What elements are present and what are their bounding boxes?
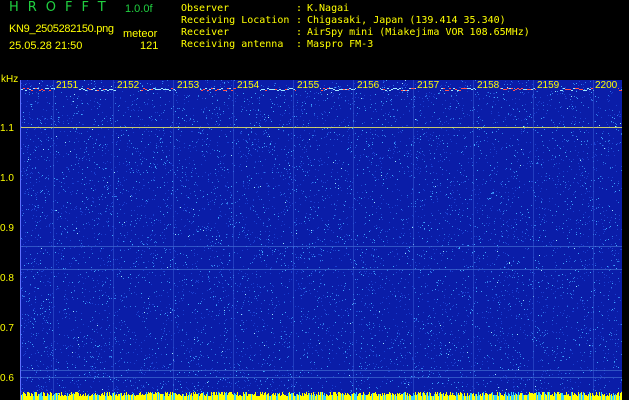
spectrogram-svg	[21, 80, 622, 400]
x-tick-label: 2155	[296, 80, 321, 91]
receiver-value: AirSpy mini (Miakejima VOR 108.65MHz)	[307, 27, 530, 38]
x-tick-label: 2159	[536, 80, 561, 91]
x-tick-label: 2151	[55, 80, 80, 91]
app-name: HROFFT	[9, 0, 115, 15]
separator: :	[296, 3, 303, 14]
y-tick-label: 0.6	[0, 373, 14, 384]
x-tick-label: 2158	[476, 80, 501, 91]
separator: :	[296, 15, 303, 26]
x-tick-label: 2157	[416, 80, 441, 91]
mode-label: meteor	[123, 28, 158, 40]
location-value: Chigasaki, Japan (139.414 35.340)	[307, 15, 506, 26]
separator: :	[296, 39, 303, 50]
y-tick-label: 0.7	[0, 323, 14, 334]
y-tick-label: 1.1	[0, 123, 14, 134]
x-tick-label: 2156	[356, 80, 381, 91]
x-tick-label: 2153	[176, 80, 201, 91]
y-tick-label: 0.8	[0, 273, 14, 284]
header-panel: HROFFT 1.0.0f KN9_2505282150.png meteor …	[0, 0, 629, 74]
x-tick-label: 2152	[116, 80, 141, 91]
y-tick-label: 1.0	[0, 173, 14, 184]
location-key: Receiving Location	[181, 15, 290, 26]
x-tick-label: 2200	[594, 80, 619, 91]
separator: :	[296, 27, 303, 38]
observer-key: Observer	[181, 3, 230, 14]
file-name: KN9_2505282150.png	[9, 23, 114, 35]
x-tick-label: 2154	[236, 80, 261, 91]
app-version: 1.0.0f	[125, 3, 153, 15]
datetime-label: 25.05.28 21:50	[9, 40, 83, 52]
spectrogram-plot	[20, 80, 622, 400]
observer-value: K.Nagai	[307, 3, 350, 14]
count-label: 121	[140, 40, 159, 52]
antenna-key: Receiving antenna	[181, 39, 284, 50]
y-tick-label: 0.9	[0, 223, 14, 234]
receiver-key: Receiver	[181, 27, 230, 38]
antenna-value: Maspro FM-3	[307, 39, 374, 50]
y-unit-label: kHz	[1, 74, 19, 85]
